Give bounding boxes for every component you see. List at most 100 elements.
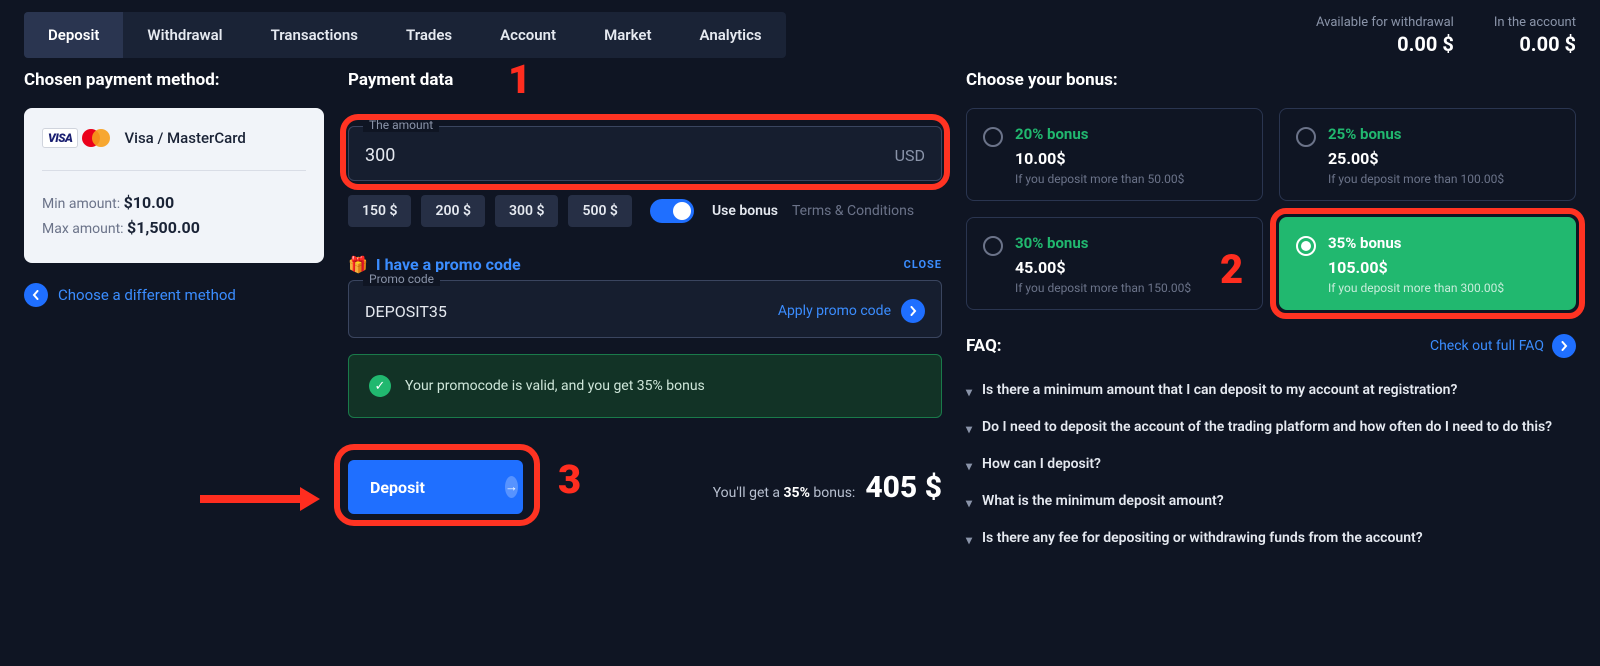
annotation-2: 2 — [1220, 246, 1243, 293]
terms-link[interactable]: Terms & Conditions — [792, 203, 914, 219]
faq-item-1[interactable]: ▾ Do I need to deposit the account of the… — [966, 409, 1576, 446]
tab-deposit[interactable]: Deposit — [24, 12, 123, 58]
annotation-3: 3 — [558, 456, 581, 503]
choose-different-method[interactable]: Choose a different method — [24, 283, 324, 307]
faq-question: How can I deposit? — [982, 456, 1101, 472]
check-icon: ✓ — [369, 375, 391, 397]
bonus-amount: 10.00$ — [1015, 149, 1184, 168]
youget-prefix: You'll get a — [713, 485, 784, 501]
col-payment-data: Payment data 1 The amount 300 USD 150 $2… — [348, 70, 942, 557]
faq-question: Is there any fee for depositing or withd… — [982, 530, 1423, 546]
bonus-name: 30% bonus — [1015, 234, 1191, 252]
bonus-card-3[interactable]: 35% bonus 105.00$ If you deposit more than… — [1279, 217, 1576, 310]
apply-promo-button[interactable]: Apply promo code — [778, 299, 925, 323]
bonus-card-2[interactable]: 30% bonus 45.00$ If you deposit more than … — [966, 217, 1263, 310]
chevron-down-icon: ▾ — [966, 496, 972, 510]
balance-account: In the account 0.00 $ — [1494, 15, 1576, 56]
bonus-card-1[interactable]: 25% bonus25.00$If you deposit more than … — [1279, 108, 1576, 201]
bonus-condition: If you deposit more than 300.00$ — [1328, 281, 1504, 295]
faq-title: FAQ: — [966, 336, 1002, 356]
tab-bar: DepositWithdrawalTransactionsTradesAccou… — [24, 12, 786, 58]
promo-code-value: DEPOSIT35 — [365, 302, 447, 321]
payment-method-row[interactable]: VISA Visa / MasterCard — [42, 128, 306, 171]
use-bonus-toggle[interactable] — [650, 199, 694, 223]
min-amount-value: $10.00 — [124, 193, 175, 212]
bonus-condition: If you deposit more than 100.00$ — [1328, 172, 1504, 186]
faq-full-link[interactable]: Check out full FAQ — [1430, 334, 1576, 358]
mastercard-icon — [80, 128, 112, 148]
promo-code-field[interactable]: Promo code DEPOSIT35 Apply promo code — [348, 280, 942, 338]
payment-data-title: Payment data — [348, 70, 453, 90]
faq-item-4[interactable]: ▾ Is there any fee for depositing or with… — [966, 520, 1576, 557]
bonus-amount: 45.00$ — [1015, 258, 1191, 277]
faq-item-3[interactable]: ▾ What is the minimum deposit amount? — [966, 483, 1576, 520]
deposit-button[interactable]: Deposit → — [348, 460, 523, 514]
amount-field[interactable]: The amount 300 USD — [348, 126, 942, 181]
faq-question: Do I need to deposit the account of the … — [982, 419, 1552, 435]
faq-list: ▾ Is there a minimum amount that I can de… — [966, 372, 1576, 557]
promo-close-link[interactable]: CLOSE — [904, 258, 942, 271]
bonus-amount: 105.00$ — [1328, 258, 1504, 277]
min-amount-label: Min amount: — [42, 196, 120, 212]
deposit-button-label: Deposit — [370, 478, 425, 497]
payment-method-card: VISA Visa / MasterCard Min amount: $10.0… — [24, 108, 324, 263]
promo-success-banner: ✓ Your promocode is valid, and you get 3… — [348, 354, 942, 418]
amount-currency: USD — [895, 146, 925, 165]
bonus-summary: You'll get a 35% bonus: 405 $ — [713, 470, 942, 505]
bonus-card-0[interactable]: 20% bonus10.00$If you deposit more than … — [966, 108, 1263, 201]
visa-icon: VISA — [42, 128, 78, 148]
faq-item-0[interactable]: ▾ Is there a minimum amount that I can de… — [966, 372, 1576, 409]
chevron-down-icon: ▾ — [966, 385, 972, 399]
faq-question: What is the minimum deposit amount? — [982, 493, 1224, 509]
radio-icon — [1296, 127, 1316, 147]
chevron-right-icon — [901, 299, 925, 323]
tab-withdrawal[interactable]: Withdrawal — [123, 12, 246, 58]
payment-method-title: Chosen payment method: — [24, 70, 324, 90]
top-bar: DepositWithdrawalTransactionsTradesAccou… — [0, 0, 1600, 70]
faq-question: Is there a minimum amount that I can dep… — [982, 382, 1457, 398]
arrow-right-icon: → — [505, 476, 518, 498]
max-amount-label: Max amount: — [42, 221, 124, 237]
tab-trades[interactable]: Trades — [382, 12, 476, 58]
balance-withdrawal: Available for withdrawal 0.00 $ — [1316, 15, 1454, 56]
card-brand-icons: VISA — [42, 128, 112, 148]
radio-icon — [983, 236, 1003, 256]
choose-different-method-label: Choose a different method — [58, 286, 236, 304]
promo-success-message: Your promocode is valid, and you get 35%… — [405, 378, 705, 394]
balance-account-value: 0.00 $ — [1494, 32, 1576, 56]
bonus-title: Choose your bonus: — [966, 70, 1576, 90]
amount-chip-0[interactable]: 150 $ — [348, 195, 411, 227]
chevron-down-icon: ▾ — [966, 422, 972, 436]
tab-market[interactable]: Market — [580, 12, 675, 58]
bonus-grid: 20% bonus10.00$If you deposit more than … — [966, 108, 1576, 310]
chevron-right-icon — [1552, 334, 1576, 358]
chevron-down-icon: ▾ — [966, 533, 972, 547]
promo-legend: Promo code — [363, 272, 440, 286]
bonus-name: 25% bonus — [1328, 125, 1504, 143]
chevron-down-icon: ▾ — [966, 459, 972, 473]
balance-withdrawal-value: 0.00 $ — [1316, 32, 1454, 56]
youget-suffix: bonus: — [810, 485, 855, 501]
max-amount-value: $1,500.00 — [127, 218, 200, 237]
use-bonus-label: Use bonus — [712, 203, 778, 219]
annotation-arrow — [200, 474, 320, 521]
balances: Available for withdrawal 0.00 $ In the a… — [1316, 15, 1576, 56]
balance-account-label: In the account — [1494, 15, 1576, 30]
faq-item-2[interactable]: ▾ How can I deposit? — [966, 446, 1576, 483]
tab-account[interactable]: Account — [476, 12, 580, 58]
bonus-condition: If you deposit more than 150.00$ — [1015, 281, 1191, 295]
radio-icon — [1296, 236, 1316, 256]
balance-withdrawal-label: Available for withdrawal — [1316, 15, 1454, 30]
amount-chip-2[interactable]: 300 $ — [495, 195, 558, 227]
payment-method-name: Visa / MasterCard — [124, 129, 245, 147]
max-amount-row: Max amount: $1,500.00 — [42, 218, 306, 237]
bonus-name: 35% bonus — [1328, 234, 1504, 252]
col-bonus-faq: Choose your bonus: 20% bonus10.00$If you… — [966, 70, 1576, 557]
faq-full-link-label: Check out full FAQ — [1430, 338, 1544, 354]
amount-chip-3[interactable]: 500 $ — [568, 195, 631, 227]
amount-legend: The amount — [363, 118, 439, 132]
tab-transactions[interactable]: Transactions — [247, 12, 382, 58]
amount-chip-1[interactable]: 200 $ — [421, 195, 484, 227]
apply-promo-label: Apply promo code — [778, 303, 891, 319]
tab-analytics[interactable]: Analytics — [676, 12, 786, 58]
